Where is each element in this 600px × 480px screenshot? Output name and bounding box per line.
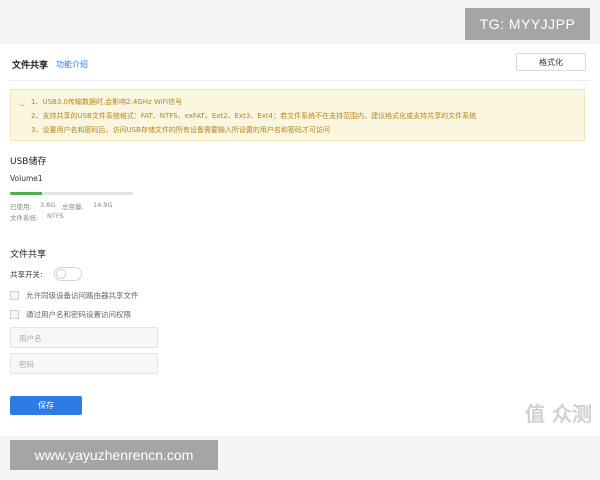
filesystem-label: 文件系统: (10, 214, 39, 222)
file-share-panel: 文件共享 功能介绍 格式化 ◡ 1、USB3.0传输数据时,会影响2.4GHz … (0, 44, 600, 436)
file-share-title: 文件共享 (10, 250, 47, 260)
site-watermark: 值 众测 (525, 402, 592, 426)
toggle-knob (56, 269, 66, 279)
save-button[interactable]: 保存 (10, 396, 82, 415)
storage-usage-fill (10, 192, 42, 195)
tg-overlay-badge: TG: MYYJJPP (465, 8, 590, 40)
storage-usage-bar (10, 192, 133, 195)
info-icon: ◡ (19, 99, 26, 107)
used-label: 已使用: (10, 203, 32, 211)
lan-access-checkbox[interactable] (10, 291, 19, 300)
notice-line-2: 2、支持共享的USB文件系统格式：FAT、NTFS、exFAT、Ext2、Ext… (31, 112, 477, 120)
page: 文件共享 功能介绍 格式化 ◡ 1、USB3.0传输数据时,会影响2.4GHz … (0, 0, 600, 480)
total-value: 14.9G (93, 201, 113, 209)
feature-intro-link[interactable]: 功能介绍 (56, 59, 88, 70)
username-input[interactable]: 用户名 (10, 327, 158, 348)
page-title: 文件共享 (12, 61, 49, 71)
auth-label: 通过用户名和密码设置访问权限 (26, 310, 131, 319)
notice-line-3: 3、设置用户名和密码后，访问USB存储文件的所有设备需要输入所设置的用户名和密码… (31, 126, 330, 134)
notice-line-1: 1、USB3.0传输数据时,会影响2.4GHz WiFi信号 (31, 98, 183, 106)
notice-box: ◡ 1、USB3.0传输数据时,会影响2.4GHz WiFi信号 2、支持共享的… (10, 89, 585, 141)
used-value: 3.8G (40, 201, 56, 209)
volume-name: Volume1 (10, 174, 43, 183)
usb-storage-title: USB储存 (10, 157, 47, 167)
password-input[interactable]: 密码 (10, 353, 158, 374)
url-overlay-badge: www.yayuzhenrencn.com (10, 440, 218, 470)
filesystem-value: NTFS (47, 212, 64, 220)
share-toggle[interactable] (54, 267, 82, 281)
lan-access-label: 允许同级设备访问路由器共享文件 (26, 291, 139, 300)
share-switch-label: 共享开关: (10, 270, 43, 279)
auth-checkbox[interactable] (10, 310, 19, 319)
total-label: 总容量: (62, 203, 84, 211)
format-button[interactable]: 格式化 (516, 53, 586, 71)
panel-header: 文件共享 功能介绍 格式化 (10, 53, 590, 81)
